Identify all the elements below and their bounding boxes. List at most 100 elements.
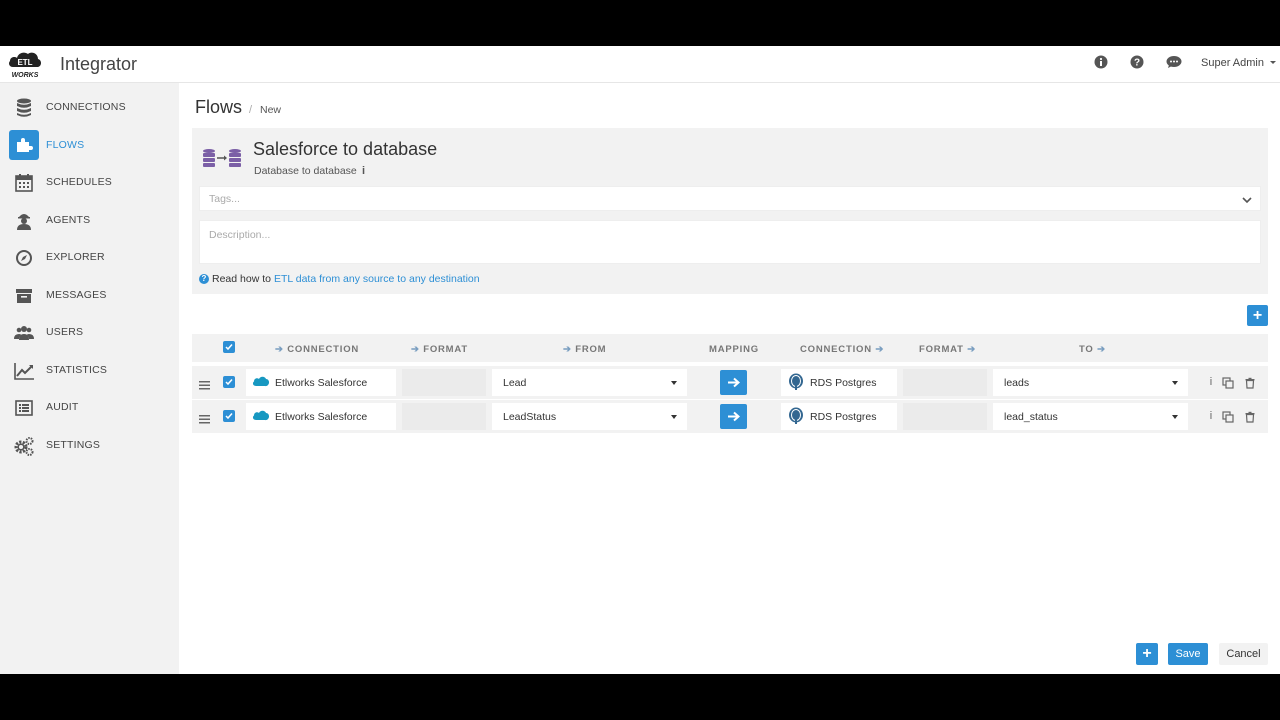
source-format-cell[interactable]	[402, 403, 486, 430]
description-field[interactable]	[199, 220, 1261, 264]
sidebar-item-schedules[interactable]: SCHEDULES	[0, 165, 179, 199]
sidebar-item-audit[interactable]: AUDIT	[0, 390, 179, 424]
help-link[interactable]: ETL data from any source to any destinat…	[274, 273, 480, 285]
sidebar-item-label: SCHEDULES	[46, 176, 112, 188]
select-all-checkbox[interactable]	[223, 341, 235, 353]
sidebar-item-flows[interactable]: FLOWS	[0, 128, 179, 162]
puzzle-icon	[9, 130, 39, 160]
save-button[interactable]: Save	[1168, 643, 1208, 665]
tags-input[interactable]	[200, 187, 1260, 210]
source-connection-name: Etlworks Salesforce	[275, 377, 368, 389]
salesforce-icon	[252, 375, 270, 390]
destination-connection-name: RDS Postgres	[810, 377, 877, 389]
destination-connection-cell[interactable]: RDS Postgres	[781, 403, 897, 430]
copy-icon[interactable]	[1222, 376, 1234, 389]
postgres-icon	[787, 373, 805, 390]
from-select[interactable]: Lead	[492, 369, 687, 396]
description-textarea[interactable]	[200, 221, 1260, 263]
from-value: Lead	[503, 377, 527, 389]
flow-type-info-icon[interactable]: i	[362, 165, 365, 177]
sidebar-item-explorer[interactable]: EXPLORER	[0, 240, 179, 274]
col-header-from: ➔ FROM	[563, 344, 607, 355]
chat-icon[interactable]	[1166, 55, 1182, 71]
etlworks-logo[interactable]: ETL WORKS	[7, 49, 43, 79]
transformation-row: Etlworks Salesforce Lead RDS Postgres le…	[192, 366, 1268, 399]
caret-down-icon	[1270, 61, 1277, 64]
help-icon[interactable]: ?	[1130, 55, 1146, 71]
user-name: Super Admin	[1201, 57, 1264, 69]
mapping-button[interactable]	[720, 404, 747, 429]
from-value: LeadStatus	[503, 411, 557, 423]
drag-handle-icon[interactable]	[199, 411, 210, 424]
transformation-row: Etlworks Salesforce LeadStatus RDS Postg…	[192, 400, 1268, 433]
top-bar: ETL WORKS Integrator ? Super Admin	[0, 46, 1280, 83]
row-info-icon[interactable]: i	[1205, 376, 1217, 388]
sidebar-item-label: USERS	[46, 326, 84, 338]
cancel-button[interactable]: Cancel	[1219, 643, 1268, 665]
compass-icon	[13, 247, 35, 269]
source-connection-cell[interactable]: Etlworks Salesforce	[246, 403, 396, 430]
drag-handle-icon[interactable]	[199, 377, 210, 390]
flow-name[interactable]: Salesforce to database	[253, 139, 437, 160]
tags-select[interactable]	[199, 186, 1261, 211]
row-info-icon[interactable]: i	[1205, 410, 1217, 422]
source-connection-cell[interactable]: Etlworks Salesforce	[246, 369, 396, 396]
postgres-icon	[787, 407, 805, 424]
users-icon	[13, 322, 35, 344]
copy-icon[interactable]	[1222, 410, 1234, 423]
destination-connection-name: RDS Postgres	[810, 411, 877, 423]
caret-down-icon	[671, 381, 677, 385]
col-header-mapping: MAPPING	[709, 344, 759, 355]
destination-format-cell[interactable]	[903, 403, 987, 430]
sidebar-item-label: FLOWS	[46, 139, 85, 151]
to-value: leads	[1004, 377, 1030, 389]
to-select[interactable]: leads	[993, 369, 1188, 396]
sidebar-item-statistics[interactable]: STATISTICS	[0, 353, 179, 387]
help-line: ? Read how to ETL data from any source t…	[199, 273, 480, 285]
sidebar-item-agents[interactable]: AGENTS	[0, 203, 179, 237]
caret-down-icon	[1172, 381, 1178, 385]
trash-icon[interactable]	[1244, 410, 1256, 423]
from-select[interactable]: LeadStatus	[492, 403, 687, 430]
salesforce-icon	[252, 409, 270, 424]
sidebar-item-settings[interactable]: SETTINGS	[0, 428, 179, 462]
sidebar-item-label: MESSAGES	[46, 289, 107, 301]
mapping-button[interactable]	[720, 370, 747, 395]
calendar-icon	[13, 172, 35, 194]
flow-details-panel: Salesforce to database Database to datab…	[192, 128, 1268, 294]
col-header-source-connection: ➔ CONNECTION	[275, 344, 360, 355]
sidebar-item-connections[interactable]: CONNECTIONS	[0, 90, 179, 124]
svg-text:ETL: ETL	[17, 58, 32, 67]
sidebar-item-label: SETTINGS	[46, 439, 101, 451]
source-format-cell[interactable]	[402, 369, 486, 396]
gears-icon	[13, 435, 35, 457]
row-checkbox[interactable]	[223, 410, 235, 422]
sidebar-item-label: STATISTICS	[46, 364, 108, 376]
sidebar-item-messages[interactable]: MESSAGES	[0, 278, 179, 312]
source-connection-name: Etlworks Salesforce	[275, 411, 368, 423]
database-to-database-icon	[202, 146, 242, 168]
sidebar-item-label: AUDIT	[46, 401, 79, 413]
chevron-down-icon[interactable]	[1241, 193, 1253, 205]
breadcrumb-flows[interactable]: Flows	[195, 97, 242, 118]
user-menu[interactable]: Super Admin	[1201, 57, 1277, 69]
col-header-to: TO ➔	[1079, 344, 1106, 355]
sidebar-item-label: CONNECTIONS	[46, 101, 126, 113]
col-header-destination-format: FORMAT ➔	[919, 344, 976, 355]
app-screen: ETL WORKS Integrator ? Super Admin CONNE…	[0, 46, 1280, 674]
add-button[interactable]: +	[1136, 643, 1158, 665]
info-icon[interactable]	[1094, 55, 1110, 71]
col-header-destination-connection: CONNECTION ➔	[800, 344, 885, 355]
add-transformation-button[interactable]: +	[1247, 305, 1268, 326]
app-title: Integrator	[60, 54, 138, 74]
sidebar-item-users[interactable]: USERS	[0, 315, 179, 349]
destination-format-cell[interactable]	[903, 369, 987, 396]
trash-icon[interactable]	[1244, 376, 1256, 389]
col-header-source-format: ➔ FORMAT	[411, 344, 468, 355]
row-checkbox[interactable]	[223, 376, 235, 388]
flow-type: Database to database	[254, 165, 357, 177]
destination-connection-cell[interactable]: RDS Postgres	[781, 369, 897, 396]
to-select[interactable]: lead_status	[993, 403, 1188, 430]
breadcrumb-current: New	[260, 104, 282, 116]
question-icon: ?	[199, 274, 209, 284]
